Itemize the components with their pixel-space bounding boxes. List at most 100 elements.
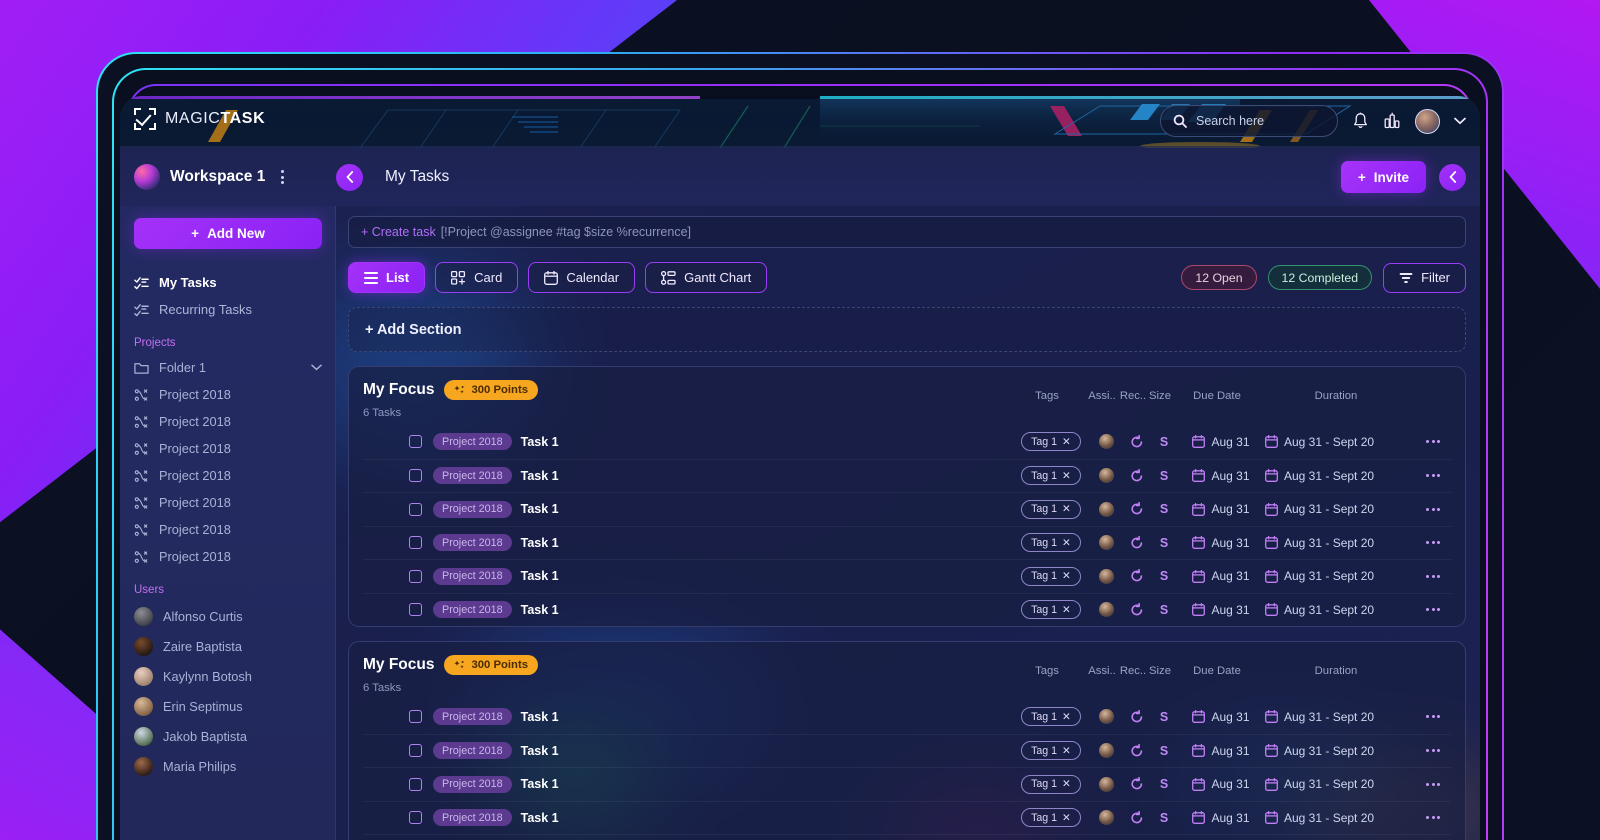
calendar-icon[interactable] bbox=[1265, 603, 1278, 616]
recurrence-icon[interactable] bbox=[1130, 435, 1144, 449]
task-checkbox[interactable] bbox=[409, 744, 422, 757]
project-tag[interactable]: Project 2018 bbox=[433, 776, 512, 793]
duration[interactable]: Aug 31 - Sept 20 bbox=[1284, 710, 1374, 724]
due-date[interactable]: Aug 31 bbox=[1211, 569, 1249, 583]
drag-handle-icon[interactable] bbox=[381, 811, 399, 825]
row-more-options-icon[interactable] bbox=[1426, 541, 1440, 544]
drag-handle-icon[interactable] bbox=[381, 603, 399, 617]
drag-handle-icon[interactable] bbox=[381, 469, 399, 483]
duration[interactable]: Aug 31 - Sept 20 bbox=[1284, 603, 1374, 617]
create-task-input[interactable]: + Create task [!Project @assignee #tag $… bbox=[348, 216, 1466, 248]
row-more-options-icon[interactable] bbox=[1426, 474, 1440, 477]
task-checkbox[interactable] bbox=[409, 603, 422, 616]
task-checkbox[interactable] bbox=[409, 778, 422, 791]
drag-handle-icon[interactable] bbox=[381, 569, 399, 583]
calendar-icon[interactable] bbox=[1192, 603, 1205, 616]
tag-chip[interactable]: Tag 1 ✕ bbox=[1021, 500, 1081, 519]
user-avatar[interactable] bbox=[1415, 109, 1440, 134]
due-date[interactable]: Aug 31 bbox=[1211, 777, 1249, 791]
row-more-options-icon[interactable] bbox=[1426, 608, 1440, 611]
size-indicator[interactable]: S bbox=[1160, 811, 1168, 825]
row-more-options-icon[interactable] bbox=[1426, 575, 1440, 578]
recurrence-icon[interactable] bbox=[1130, 710, 1144, 724]
due-date[interactable]: Aug 31 bbox=[1211, 469, 1249, 483]
calendar-icon[interactable] bbox=[1265, 570, 1278, 583]
recurrence-icon[interactable] bbox=[1130, 603, 1144, 617]
table-row[interactable]: Project 2018 Task 1 Tag 1 ✕ bbox=[363, 767, 1451, 801]
sidebar-item-project[interactable]: Project 2018 bbox=[120, 381, 336, 408]
table-row[interactable]: Project 2018 Task 1 Tag 1 ✕ bbox=[363, 734, 1451, 768]
duration[interactable]: Aug 31 - Sept 20 bbox=[1284, 744, 1374, 758]
row-more-options-icon[interactable] bbox=[1426, 508, 1440, 511]
assignee-avatar[interactable] bbox=[1099, 502, 1114, 517]
sidebar-collapse-button[interactable] bbox=[336, 164, 363, 191]
duration[interactable]: Aug 31 - Sept 20 bbox=[1284, 777, 1374, 791]
due-date[interactable]: Aug 31 bbox=[1211, 502, 1249, 516]
assignee-avatar[interactable] bbox=[1099, 434, 1114, 449]
recurrence-icon[interactable] bbox=[1130, 569, 1144, 583]
sidebar-item-project[interactable]: Project 2018 bbox=[120, 408, 336, 435]
sidebar-item-user[interactable]: Zaire Baptista bbox=[120, 631, 336, 661]
calendar-icon[interactable] bbox=[1265, 778, 1278, 791]
duration[interactable]: Aug 31 - Sept 20 bbox=[1284, 469, 1374, 483]
remove-tag-icon[interactable]: ✕ bbox=[1062, 711, 1071, 723]
recurrence-icon[interactable] bbox=[1130, 777, 1144, 791]
sidebar-item-folder-1[interactable]: Folder 1 bbox=[120, 354, 336, 381]
assignee-avatar[interactable] bbox=[1099, 709, 1114, 724]
drag-handle-icon[interactable] bbox=[381, 536, 399, 550]
remove-tag-icon[interactable]: ✕ bbox=[1062, 604, 1071, 616]
calendar-icon[interactable] bbox=[1265, 435, 1278, 448]
tag-chip[interactable]: Tag 1 ✕ bbox=[1021, 466, 1081, 485]
invite-button[interactable]: + Invite bbox=[1341, 161, 1426, 193]
calendar-icon[interactable] bbox=[1265, 744, 1278, 757]
tag-chip[interactable]: Tag 1 ✕ bbox=[1021, 741, 1081, 760]
row-more-options-icon[interactable] bbox=[1426, 749, 1440, 752]
task-checkbox[interactable] bbox=[409, 435, 422, 448]
calendar-icon[interactable] bbox=[1265, 469, 1278, 482]
project-tag[interactable]: Project 2018 bbox=[433, 601, 512, 618]
tab-calendar-view[interactable]: Calendar bbox=[528, 262, 635, 293]
sidebar-item-my-tasks[interactable]: My Tasks bbox=[120, 269, 336, 296]
due-date[interactable]: Aug 31 bbox=[1211, 435, 1249, 449]
calendar-icon[interactable] bbox=[1265, 536, 1278, 549]
drag-handle-icon[interactable] bbox=[381, 435, 399, 449]
assignee-avatar[interactable] bbox=[1099, 810, 1114, 825]
assignee-avatar[interactable] bbox=[1099, 569, 1114, 584]
task-checkbox[interactable] bbox=[409, 570, 422, 583]
drag-handle-icon[interactable] bbox=[381, 744, 399, 758]
remove-tag-icon[interactable]: ✕ bbox=[1062, 570, 1071, 582]
sidebar-item-user[interactable]: Erin Septimus bbox=[120, 691, 336, 721]
size-indicator[interactable]: S bbox=[1160, 710, 1168, 724]
sidebar-item-recurring-tasks[interactable]: Recurring Tasks bbox=[120, 296, 336, 323]
chevron-down-icon[interactable] bbox=[311, 364, 322, 371]
size-indicator[interactable]: S bbox=[1160, 502, 1168, 516]
workspace-selector[interactable]: Workspace 1 bbox=[120, 164, 336, 190]
assignee-avatar[interactable] bbox=[1099, 777, 1114, 792]
remove-tag-icon[interactable]: ✕ bbox=[1062, 778, 1071, 790]
remove-tag-icon[interactable]: ✕ bbox=[1062, 436, 1071, 448]
table-row[interactable]: Project 2018 Task 1 Tag 1 ✕ bbox=[363, 834, 1451, 840]
row-more-options-icon[interactable] bbox=[1426, 715, 1440, 718]
search-input[interactable]: Search here bbox=[1160, 105, 1338, 137]
due-date[interactable]: Aug 31 bbox=[1211, 536, 1249, 550]
tab-card-view[interactable]: Card bbox=[435, 262, 518, 293]
tag-chip[interactable]: Tag 1 ✕ bbox=[1021, 808, 1081, 827]
add-new-button[interactable]: + Add New bbox=[134, 218, 322, 249]
calendar-icon[interactable] bbox=[1265, 503, 1278, 516]
size-indicator[interactable]: S bbox=[1160, 603, 1168, 617]
due-date[interactable]: Aug 31 bbox=[1211, 603, 1249, 617]
recurrence-icon[interactable] bbox=[1130, 469, 1144, 483]
drag-handle-icon[interactable] bbox=[381, 777, 399, 791]
row-more-options-icon[interactable] bbox=[1426, 440, 1440, 443]
duration[interactable]: Aug 31 - Sept 20 bbox=[1284, 502, 1374, 516]
task-checkbox[interactable] bbox=[409, 503, 422, 516]
calendar-icon[interactable] bbox=[1192, 778, 1205, 791]
tag-chip[interactable]: Tag 1 ✕ bbox=[1021, 533, 1081, 552]
table-row[interactable]: Project 2018 Task 1 Tag 1 ✕ bbox=[363, 492, 1451, 526]
status-badge-open[interactable]: 12 Open bbox=[1181, 265, 1256, 290]
tag-chip[interactable]: Tag 1 ✕ bbox=[1021, 600, 1081, 619]
sidebar-item-project[interactable]: Project 2018 bbox=[120, 516, 336, 543]
task-checkbox[interactable] bbox=[409, 710, 422, 723]
project-tag[interactable]: Project 2018 bbox=[433, 433, 512, 450]
row-more-options-icon[interactable] bbox=[1426, 783, 1440, 786]
